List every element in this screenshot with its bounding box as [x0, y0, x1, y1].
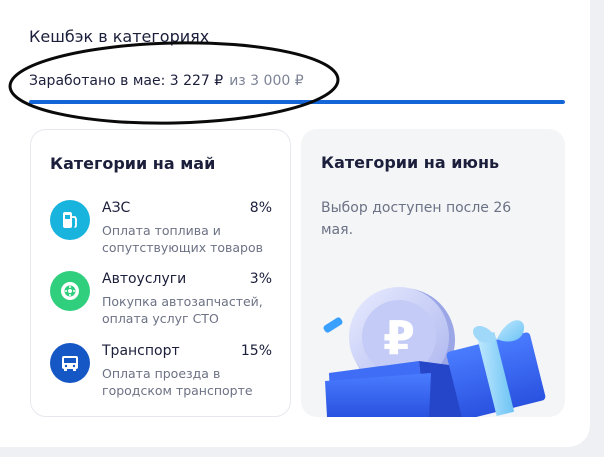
june-availability-note: Выбор доступен после 26 мая. [321, 200, 512, 238]
coin-gift-illustration: ₽ [323, 287, 546, 417]
bus-icon [50, 343, 90, 383]
category-description: Оплата проезда в городском транспорте [102, 366, 253, 398]
june-card-title: Категории на июнь [321, 153, 500, 172]
fuel-pump-icon [50, 200, 90, 240]
category-percent: 15% [240, 343, 272, 359]
category-percent: 8% [249, 200, 272, 216]
may-card-title: Категории на май [50, 154, 216, 173]
june-categories-card[interactable]: Категории на июнь Выбор доступен после 2… [301, 129, 565, 417]
svg-text:₽: ₽ [383, 311, 415, 365]
category-name: АЗС [102, 200, 131, 216]
wheel-icon [50, 271, 90, 311]
may-categories-card[interactable]: Категории на май АЗС 8% Оплата топлива и… [30, 129, 291, 417]
category-percent: 3% [249, 271, 272, 287]
category-name: Транспорт [102, 343, 180, 359]
hand-drawn-ellipse-annotation [8, 41, 340, 125]
category-description: Покупка автозапчастей, оплата услуг СТО [102, 294, 263, 326]
category-description: Оплата топлива и сопутствующих товаров [102, 223, 263, 255]
category-name: Автоуслуги [102, 271, 187, 287]
